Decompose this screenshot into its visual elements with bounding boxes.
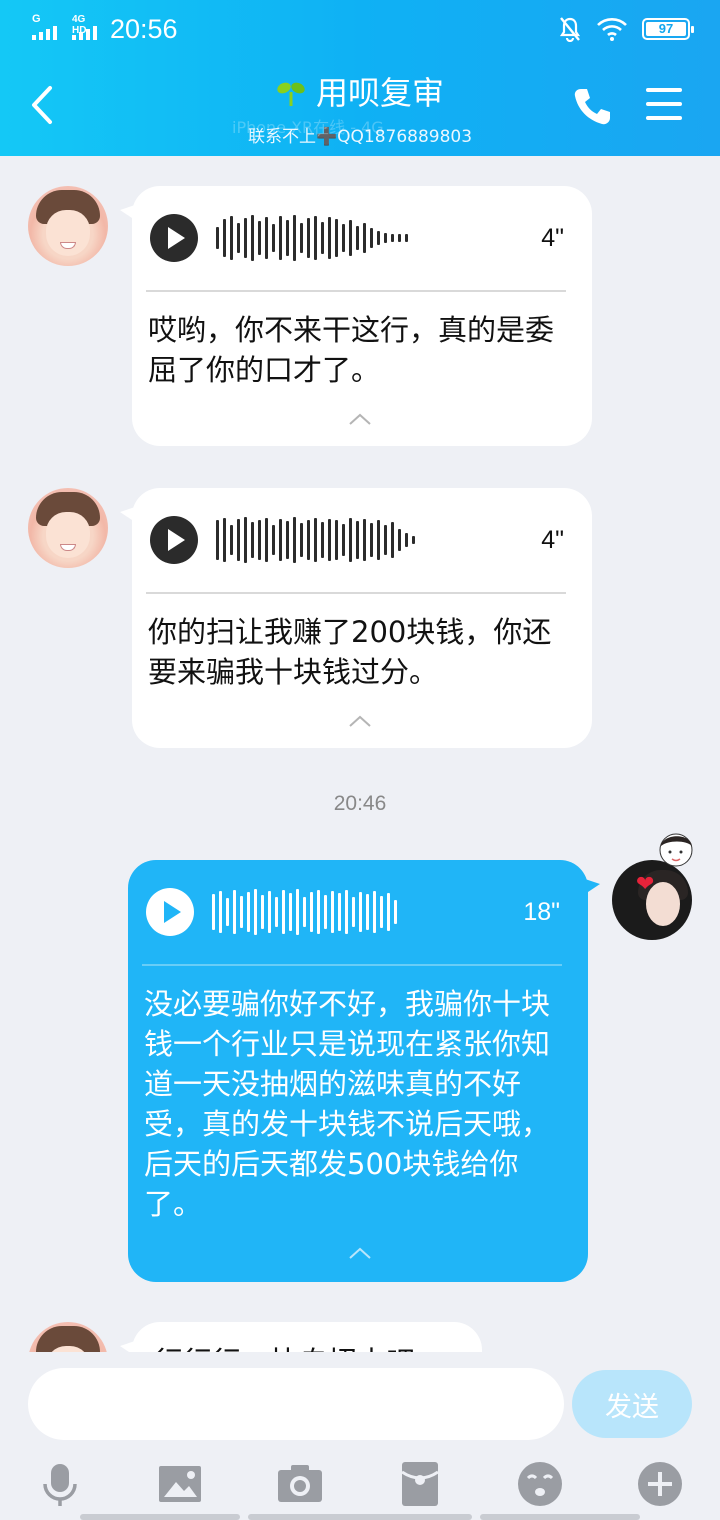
camera-icon[interactable] bbox=[276, 1460, 324, 1508]
nav-indicator bbox=[80, 1514, 240, 1520]
contact-avatar[interactable] bbox=[28, 488, 108, 568]
sim1-network-tag: G bbox=[32, 13, 41, 25]
message-timestamp: 20:46 bbox=[333, 792, 387, 815]
avatar-decoration-icon bbox=[659, 833, 693, 867]
message-list[interactable]: 4" 哎哟，你不来干这行，真的是委屈了你的口才了。 4" 你的扫让我赚了200块… bbox=[0, 156, 720, 1352]
online-status: iPhone XR在线 - 4G bbox=[232, 118, 384, 137]
chat-title-area[interactable]: 用呗复审 bbox=[0, 72, 720, 114]
transcript-text: 没必要骗你好不好，我骗你十块钱一个行业只是说现在紧张你知道一天没抽烟的滋味真的不… bbox=[144, 987, 551, 1221]
bubble-tail bbox=[120, 506, 138, 524]
microphone-icon[interactable] bbox=[36, 1460, 84, 1508]
voice-message[interactable]: 4" bbox=[150, 516, 574, 564]
message-bubble-3[interactable]: 18" 没必要骗你好不好，我骗你十块钱一个行业只是说现在紧张你知道一天没抽烟的滋… bbox=[128, 860, 600, 1282]
message-text: 行行行，快自招去吧 bbox=[154, 1342, 458, 1352]
chat-header: G 4G HD 20:56 97 用呗复审 iPhone XR在线 - 4G 联… bbox=[0, 0, 720, 156]
voice-message[interactable]: 4" bbox=[150, 214, 574, 262]
wifi-icon bbox=[597, 18, 627, 41]
waveform-icon bbox=[216, 214, 408, 262]
play-icon[interactable] bbox=[150, 214, 198, 262]
heart-icon: ❤ bbox=[636, 872, 655, 897]
battery-icon: 97 bbox=[642, 18, 694, 40]
composer-bar: 发送 bbox=[0, 1352, 720, 1520]
menu-icon[interactable] bbox=[646, 88, 682, 120]
bubble-tail bbox=[120, 204, 138, 222]
red-packet-icon[interactable] bbox=[396, 1460, 444, 1508]
transcript-text: 你的扫让我赚了200块钱，你还要来骗我十块钱过分。 bbox=[148, 615, 552, 689]
waveform-icon bbox=[216, 516, 415, 564]
image-icon[interactable] bbox=[156, 1460, 204, 1508]
message-bubble-2[interactable]: 4" 你的扫让我赚了200块钱，你还要来骗我十块钱过分。 bbox=[120, 488, 592, 748]
divider bbox=[146, 592, 566, 594]
voice-message[interactable]: 18" bbox=[146, 888, 570, 936]
mute-notification-icon bbox=[559, 17, 581, 42]
status-time: 20:56 bbox=[110, 14, 178, 44]
collapse-chevron-icon[interactable] bbox=[348, 412, 372, 426]
collapse-chevron-icon[interactable] bbox=[348, 1246, 372, 1260]
nav-indicator bbox=[248, 1514, 472, 1520]
contact-avatar[interactable] bbox=[28, 186, 108, 266]
contact-avatar[interactable] bbox=[28, 1322, 108, 1352]
voice-duration: 4" bbox=[541, 224, 564, 252]
contact-subtitle: iPhone XR在线 - 4G 联系不上➕QQ1876889803 bbox=[0, 118, 720, 147]
transcript-text: 哎哟，你不来干这行，真的是委屈了你的口才了。 bbox=[148, 313, 555, 387]
bubble-tail bbox=[582, 878, 600, 896]
play-icon[interactable] bbox=[146, 888, 194, 936]
bubble-tail bbox=[120, 1340, 138, 1352]
message-input[interactable] bbox=[28, 1368, 564, 1440]
status-bar: G 4G HD 20:56 97 bbox=[0, 0, 720, 58]
message-bubble-4[interactable]: 行行行，快自招去吧 bbox=[120, 1322, 482, 1352]
play-icon[interactable] bbox=[150, 516, 198, 564]
plus-icon[interactable] bbox=[636, 1460, 684, 1508]
voice-duration: 4" bbox=[541, 526, 564, 554]
divider bbox=[146, 290, 566, 292]
waveform-icon bbox=[212, 888, 397, 936]
voice-duration: 18" bbox=[523, 898, 560, 926]
nav-indicator bbox=[480, 1514, 640, 1520]
message-bubble-1[interactable]: 4" 哎哟，你不来干这行，真的是委屈了你的口才了。 bbox=[120, 186, 592, 446]
emoji-icon[interactable] bbox=[516, 1460, 564, 1508]
send-button[interactable]: 发送 bbox=[572, 1370, 692, 1438]
collapse-chevron-icon[interactable] bbox=[348, 714, 372, 728]
divider bbox=[142, 964, 562, 966]
page-title: 用呗复审 bbox=[315, 74, 444, 112]
input-toolbar bbox=[0, 1452, 720, 1512]
battery-level: 97 bbox=[646, 22, 686, 36]
phone-call-icon[interactable] bbox=[572, 86, 612, 126]
sprout-icon bbox=[277, 82, 305, 106]
